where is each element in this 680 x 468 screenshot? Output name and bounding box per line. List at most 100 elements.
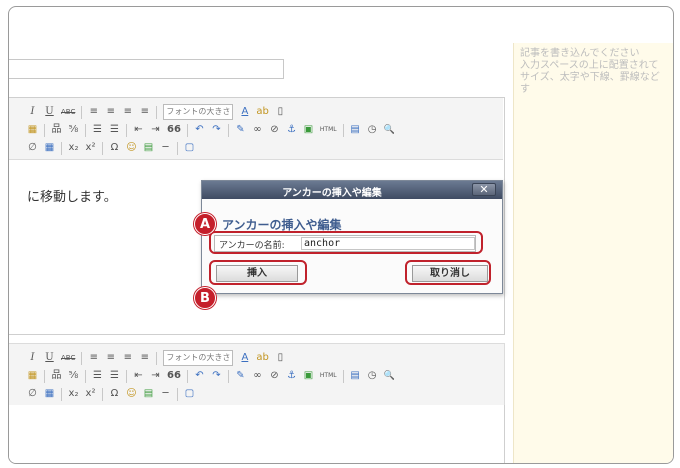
toolbar-separator	[177, 387, 178, 401]
align-left-button[interactable]: ≡	[88, 351, 99, 365]
media-icon[interactable]: ▤	[143, 141, 154, 155]
redo-icon[interactable]: ↷	[211, 369, 222, 383]
unlink-icon[interactable]: ⊘	[269, 369, 280, 383]
toolbar-separator	[44, 123, 45, 137]
cleanup-icon[interactable]: ▦	[44, 387, 55, 401]
text-color-button[interactable]: A	[239, 351, 250, 365]
highlight-anchor-name	[209, 231, 483, 254]
align-justify-button[interactable]: ≡	[139, 351, 150, 365]
html-source-button[interactable]: HTML	[320, 123, 337, 137]
highlight-color-button[interactable]: ab	[256, 105, 268, 119]
link-icon[interactable]: ∞	[252, 369, 263, 383]
outdent-icon[interactable]: ⇤	[133, 123, 144, 137]
paste-icon[interactable]: ▦	[27, 123, 38, 137]
strikethrough-button[interactable]: ABC	[61, 351, 75, 365]
redo-icon[interactable]: ↷	[211, 123, 222, 137]
cleanup-icon[interactable]: ▦	[44, 141, 55, 155]
special-char-icon[interactable]: Ω	[109, 141, 120, 155]
remove-format-icon[interactable]: ∅	[27, 387, 38, 401]
toolbar-separator	[186, 369, 188, 383]
editor-content-text[interactable]: に移動します。	[27, 186, 117, 205]
dialog-titlebar[interactable]: アンカーの挿入や編集 ✕	[202, 181, 502, 199]
editor-page: 記事を書き込んでください 入力スペースの上に配置されて サイズ、太字や下線、罫線…	[8, 6, 674, 464]
replace-icon[interactable]: ⅝	[68, 123, 79, 137]
highlight-color-button[interactable]: ab	[256, 351, 268, 365]
numbered-list-icon[interactable]: ☰	[109, 123, 120, 137]
table-icon[interactable]: ▤	[350, 123, 361, 137]
preview-icon[interactable]: 🔍	[384, 123, 395, 137]
blockquote-icon[interactable]: 66	[167, 369, 181, 383]
superscript-button[interactable]: x²	[85, 387, 96, 401]
unlink-icon[interactable]: ⊘	[269, 123, 280, 137]
horizontal-rule-icon[interactable]: ─	[160, 141, 171, 155]
text-color-button[interactable]: A	[239, 105, 250, 119]
underline-button[interactable]: U	[44, 105, 55, 119]
indent-icon[interactable]: ⇥	[150, 123, 161, 137]
edit-icon[interactable]: ✎	[235, 123, 246, 137]
fullscreen-icon[interactable]: ▢	[184, 141, 195, 155]
superscript-button[interactable]: x²	[85, 141, 96, 155]
html-source-button[interactable]: HTML	[320, 369, 337, 383]
align-right-button[interactable]: ≡	[122, 105, 133, 119]
horizontal-rule-icon[interactable]: ─	[160, 387, 171, 401]
underline-button[interactable]: U	[44, 351, 55, 365]
toolbar-separator	[227, 123, 229, 137]
paste-text-icon[interactable]: ▯	[275, 351, 286, 365]
strikethrough-button[interactable]: ABC	[61, 105, 75, 119]
anchor-icon[interactable]: ⚓	[286, 369, 297, 383]
highlight-cancel-button	[405, 260, 491, 285]
edit-icon[interactable]: ✎	[235, 369, 246, 383]
undo-icon[interactable]: ↶	[194, 123, 205, 137]
align-right-button[interactable]: ≡	[122, 351, 133, 365]
table-icon[interactable]: ▤	[350, 369, 361, 383]
second-editor-content[interactable]	[9, 405, 505, 463]
align-justify-button[interactable]: ≡	[139, 105, 150, 119]
italic-button[interactable]: I	[27, 351, 38, 365]
outdent-icon[interactable]: ⇤	[133, 369, 144, 383]
subscript-button[interactable]: x₂	[68, 387, 79, 401]
undo-icon[interactable]: ↶	[194, 369, 205, 383]
toolbar-separator	[44, 369, 45, 383]
image-icon[interactable]: ▣	[303, 123, 314, 137]
title-input[interactable]	[9, 59, 284, 79]
image-icon[interactable]: ▣	[303, 369, 314, 383]
emoticon-icon[interactable]: ☺	[126, 141, 137, 155]
paste-icon[interactable]: ▦	[27, 369, 38, 383]
italic-button[interactable]: I	[27, 105, 38, 119]
indent-icon[interactable]: ⇥	[150, 369, 161, 383]
close-icon[interactable]: ✕	[472, 183, 496, 196]
link-icon[interactable]: ∞	[252, 123, 263, 137]
align-left-button[interactable]: ≡	[88, 105, 99, 119]
replace-icon[interactable]: ⅝	[68, 369, 79, 383]
toolbar-row-insert: ▦ 品 ⅝ ☰ ☰ ⇤ ⇥ 66 ↶ ↷ ✎ ∞ ⊘ ⚓ ▣ HTML ▤ ◷ …	[27, 367, 395, 385]
media-icon[interactable]: ▤	[143, 387, 154, 401]
paste-text-icon[interactable]: ▯	[275, 105, 286, 119]
anchor-icon[interactable]: ⚓	[286, 123, 297, 137]
remove-format-icon[interactable]: ∅	[27, 141, 38, 155]
align-center-button[interactable]: ≡	[105, 105, 116, 119]
subscript-button[interactable]: x₂	[68, 141, 79, 155]
bullet-list-icon[interactable]: ☰	[92, 369, 103, 383]
hint-text: 記事を書き込んでください 入力スペースの上に配置されて サイズ、太字や下線、罫線…	[520, 48, 660, 95]
special-char-icon[interactable]: Ω	[109, 387, 120, 401]
numbered-list-icon[interactable]: ☰	[109, 369, 120, 383]
toolbar-separator	[102, 387, 103, 401]
font-size-select[interactable]: フォントの大きさ	[163, 104, 234, 120]
blockquote-icon[interactable]: 66	[167, 123, 181, 137]
clock-icon[interactable]: ◷	[367, 369, 378, 383]
align-center-button[interactable]: ≡	[105, 351, 116, 365]
toolbar-separator	[177, 141, 178, 155]
clock-icon[interactable]: ◷	[367, 123, 378, 137]
emoticon-icon[interactable]: ☺	[126, 387, 137, 401]
toolbar-separator	[85, 369, 86, 383]
find-icon[interactable]: 品	[51, 123, 62, 137]
bullet-list-icon[interactable]: ☰	[92, 123, 103, 137]
toolbar-separator	[102, 141, 103, 155]
preview-icon[interactable]: 🔍	[384, 369, 395, 383]
toolbar-separator	[61, 387, 62, 401]
fullscreen-icon[interactable]: ▢	[184, 387, 195, 401]
find-icon[interactable]: 品	[51, 369, 62, 383]
toolbar-separator	[156, 105, 158, 119]
font-size-select[interactable]: フォントの大きさ	[163, 350, 234, 366]
toolbar-separator	[342, 123, 344, 137]
